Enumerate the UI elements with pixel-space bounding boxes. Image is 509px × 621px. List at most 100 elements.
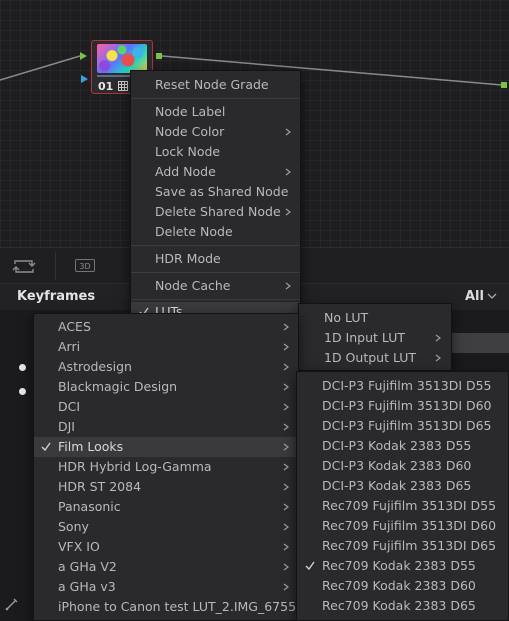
chevron-right-icon [283,363,289,371]
3d-toggle-button[interactable]: 3D [75,259,95,272]
menu-divider [131,245,300,246]
menu-item-lock-node[interactable]: Lock Node [131,142,300,162]
film-look-lut-item[interactable]: DCI-P3 Fujifilm 3513DI D55 [297,376,508,396]
menu-item-1d-input-lut[interactable]: 1D Input LUT [299,328,451,348]
key-input-connector[interactable] [81,75,88,83]
film-look-lut-item[interactable]: DCI-P3 Kodak 2383 D60 [297,456,508,476]
lut-category-item[interactable]: a GHa v3 [34,577,298,597]
chevron-right-icon [283,343,289,351]
lut-category-item[interactable]: Film Looks [34,437,298,457]
film-look-lut-item[interactable]: Rec709 Fujifilm 3513DI D55 [297,496,508,516]
chevron-right-icon [283,503,289,511]
lut-category-item[interactable]: Arri [34,337,298,357]
film-look-lut-item[interactable]: Rec709 Kodak 2383 D60 [297,576,508,596]
menu-item-add-node[interactable]: Add Node [131,162,300,182]
chevron-right-icon [435,334,441,342]
menu-item-save-shared-node[interactable]: Save as Shared Node [131,182,300,202]
chevron-right-icon [283,483,289,491]
rgb-input-connector[interactable] [80,52,87,60]
film-look-lut-label: Rec709 Fujifilm 3513DI D65 [322,538,497,553]
chevron-right-icon [283,583,289,591]
chevron-right-icon [283,383,289,391]
lut-category-item[interactable]: Blackmagic Design [34,377,298,397]
grid-icon [118,81,128,91]
lut-category-item[interactable]: DJI [34,417,298,437]
lut-category-label: iPhone to Canon test LUT_2.IMG_6755 [58,599,297,614]
chevron-right-icon [285,208,291,216]
lut-category-item[interactable]: Astrodesign [34,357,298,377]
film-look-lut-label: Rec709 Kodak 2383 D60 [322,578,476,593]
lut-category-label: HDR Hybrid Log-Gamma [58,459,212,474]
node-number: 01 [98,80,114,93]
lut-categories-submenu: ACES Arri Astrodesign Blackmagic Design DCI D… [33,313,299,621]
film-look-lut-label: DCI-P3 Fujifilm 3513DI D55 [322,378,492,393]
chevron-right-icon [283,543,289,551]
lut-category-item[interactable]: a GHa V2 [34,557,298,577]
film-look-lut-item[interactable]: DCI-P3 Fujifilm 3513DI D60 [297,396,508,416]
menu-item-delete-node[interactable]: Delete Node [131,222,300,242]
film-look-lut-label: Rec709 Kodak 2383 D55 [322,558,476,573]
checkmark-icon [305,561,315,571]
chevron-right-icon [283,443,289,451]
film-look-lut-label: Rec709 Kodak 2383 D65 [322,598,476,613]
chevron-right-icon [285,128,291,136]
lut-category-item[interactable]: Sony [34,517,298,537]
film-look-lut-item[interactable]: Rec709 Kodak 2383 D65 [297,596,508,616]
lut-category-label: Panasonic [58,499,121,514]
menu-divider [131,98,300,99]
film-look-lut-item[interactable]: DCI-P3 Kodak 2383 D65 [297,476,508,496]
film-look-lut-label: DCI-P3 Kodak 2383 D60 [322,458,472,473]
chevron-right-icon [283,463,289,471]
chevron-right-icon [283,423,289,431]
keyframe-track-marker[interactable] [19,388,26,395]
lut-category-item[interactable]: VFX IO [34,537,298,557]
menu-item-reset-node-grade[interactable]: Reset Node Grade [131,75,300,95]
pen-icon[interactable] [4,596,20,612]
chevron-right-icon [283,523,289,531]
menu-item-no-lut[interactable]: No LUT [299,308,451,328]
luts-submenu: No LUT 1D Input LUT 1D Output LUT [298,303,452,371]
menu-item-node-color[interactable]: Node Color [131,122,300,142]
chevron-right-icon [283,403,289,411]
film-look-lut-item[interactable]: Rec709 Fujifilm 3513DI D60 [297,516,508,536]
keyframes-title: Keyframes [17,289,96,304]
film-look-lut-item[interactable]: DCI-P3 Fujifilm 3513DI D65 [297,416,508,436]
lut-category-label: HDR ST 2084 [58,479,142,494]
chevron-down-icon[interactable] [487,292,497,300]
lut-category-item[interactable]: iPhone to Canon test LUT_2.IMG_6755 [34,597,298,617]
film-looks-submenu: DCI-P3 Fujifilm 3513DI D55 DCI-P3 Fujifil… [296,371,509,621]
lut-category-item[interactable]: ACES [34,317,298,337]
film-look-lut-label: Rec709 Fujifilm 3513DI D60 [322,518,497,533]
film-look-lut-label: DCI-P3 Kodak 2383 D65 [322,478,472,493]
rgb-final-output-connector[interactable] [501,82,507,88]
chevron-right-icon [285,168,291,176]
lut-category-item[interactable]: DCI [34,397,298,417]
lut-category-label: DCI [58,399,81,414]
film-look-lut-item[interactable]: Rec709 Kodak 2383 D55 [297,556,508,576]
lut-category-item[interactable]: Panasonic [34,497,298,517]
menu-item-hdr-mode[interactable]: HDR Mode [131,249,300,269]
film-look-lut-label: DCI-P3 Fujifilm 3513DI D65 [322,418,492,433]
menu-item-node-label[interactable]: Node Label [131,102,300,122]
film-look-lut-item[interactable]: Rec709 Fujifilm 3513DI D65 [297,536,508,556]
lut-category-label: VFX IO [58,539,100,554]
lut-category-label: Astrodesign [58,359,132,374]
film-look-lut-label: DCI-P3 Kodak 2383 D55 [322,438,472,453]
keyframes-filter-dropdown[interactable]: All [465,289,484,304]
lut-category-label: Film Looks [58,439,124,454]
menu-item-1d-output-lut[interactable]: 1D Output LUT [299,348,451,368]
menu-item-delete-shared-node[interactable]: Delete Shared Node [131,202,300,222]
rgb-output-connector[interactable] [156,53,162,59]
film-look-lut-item[interactable]: DCI-P3 Kodak 2383 D55 [297,436,508,456]
lut-category-label: DJI [58,419,75,434]
lut-category-label: Blackmagic Design [58,379,178,394]
film-look-lut-label: DCI-P3 Fujifilm 3513DI D60 [322,398,492,413]
lut-category-item[interactable]: HDR Hybrid Log-Gamma [34,457,298,477]
checkmark-icon [41,442,51,452]
loop-icon[interactable] [12,258,36,275]
film-look-lut-label: Rec709 Fujifilm 3513DI D55 [322,498,497,513]
lut-category-item[interactable]: HDR ST 2084 [34,477,298,497]
keyframe-track-marker[interactable] [19,364,26,371]
menu-divider [131,299,300,300]
menu-item-node-cache[interactable]: Node Cache [131,276,300,296]
